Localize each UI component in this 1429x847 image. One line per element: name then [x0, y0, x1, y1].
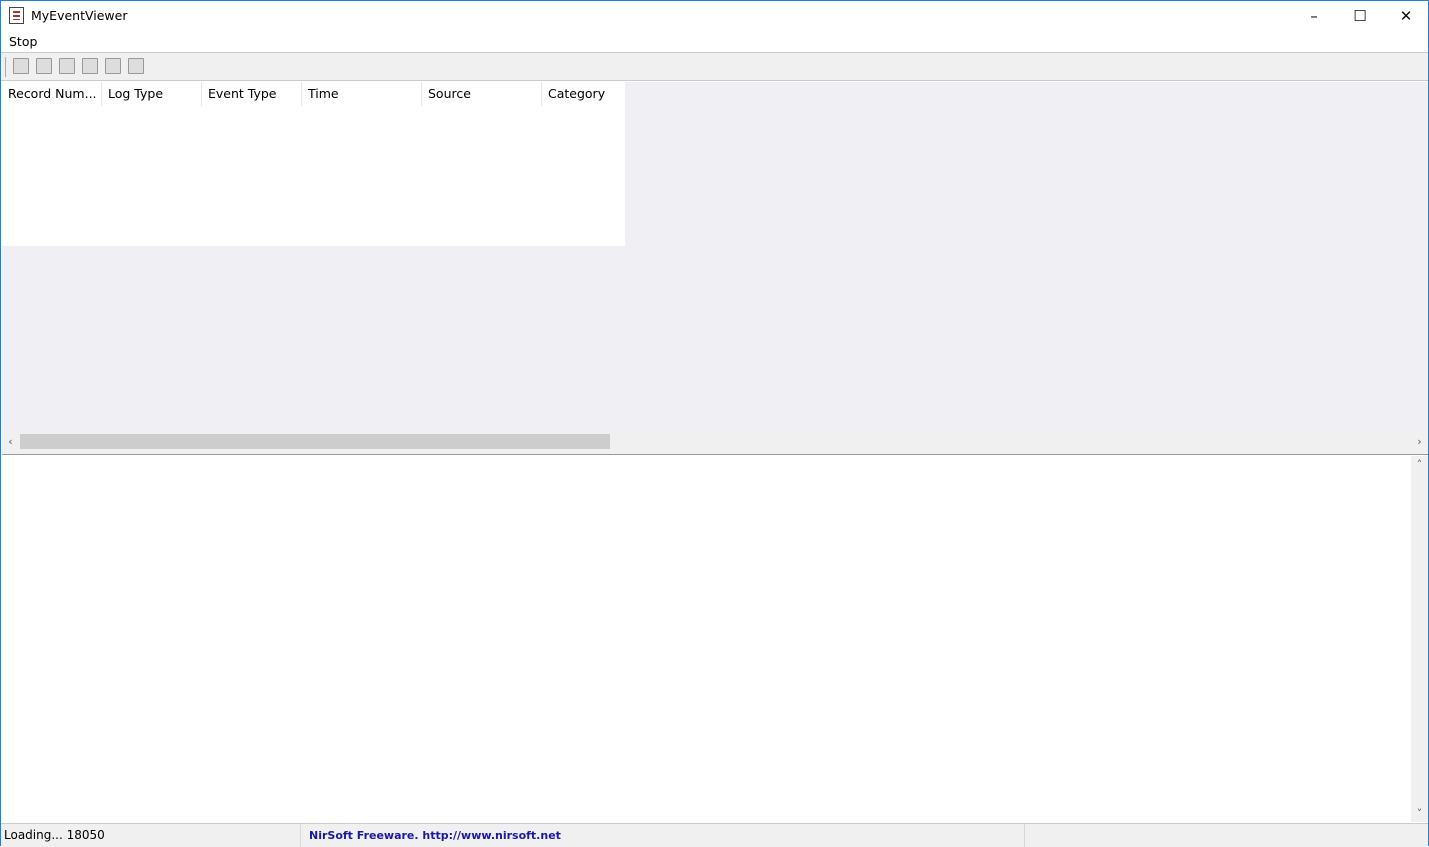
status-bar: Loading... 18050 NirSoft Freeware. http:… — [1, 823, 1428, 847]
refresh-icon[interactable] — [36, 58, 52, 74]
column-time[interactable]: Time — [302, 82, 422, 106]
scroll-thumb[interactable] — [20, 434, 610, 449]
horizontal-scrollbar[interactable]: ‹ › — [2, 433, 1428, 450]
scroll-down-icon[interactable]: ˅ — [1411, 805, 1428, 822]
window-title: MyEventViewer — [31, 8, 128, 23]
event-list[interactable]: Record Num... Log Type Event Type Time S… — [2, 82, 625, 246]
minimize-button[interactable]: – — [1291, 1, 1337, 31]
save-icon[interactable] — [13, 58, 29, 74]
toolbar — [1, 52, 1428, 81]
properties-icon[interactable] — [82, 58, 98, 74]
event-details-pane: ˄ ˅ — [2, 456, 1428, 822]
copy-icon[interactable] — [59, 58, 75, 74]
event-list-pane: Record Num... Log Type Event Type Time S… — [2, 82, 1428, 433]
vertical-scrollbar[interactable]: ˄ ˅ — [1411, 456, 1428, 822]
app-window: MyEventViewer – ☐ ✕ Stop Record Num... L… — [0, 0, 1429, 847]
find-icon[interactable] — [105, 58, 121, 74]
column-category[interactable]: Category — [542, 82, 625, 106]
exit-icon[interactable] — [128, 58, 144, 74]
column-source[interactable]: Source — [422, 82, 542, 106]
scroll-up-icon[interactable]: ˄ — [1411, 456, 1428, 473]
status-loading: Loading... 18050 — [1, 824, 301, 847]
menu-stop[interactable]: Stop — [9, 34, 37, 49]
menu-bar: Stop — [1, 31, 1428, 52]
scroll-left-icon[interactable]: ‹ — [2, 433, 19, 450]
column-event-type[interactable]: Event Type — [202, 82, 302, 106]
pane-splitter[interactable] — [2, 450, 1428, 455]
app-icon — [9, 7, 24, 24]
title-bar: MyEventViewer – ☐ ✕ — [1, 1, 1428, 31]
scroll-right-icon[interactable]: › — [1411, 433, 1428, 450]
nirsoft-link[interactable]: NirSoft Freeware. http://www.nirsoft.net — [301, 824, 1025, 847]
column-log-type[interactable]: Log Type — [102, 82, 202, 106]
close-button[interactable]: ✕ — [1383, 1, 1429, 31]
maximize-button[interactable]: ☐ — [1337, 1, 1383, 31]
status-empty — [1025, 824, 1429, 847]
toolbar-grip — [5, 57, 7, 77]
column-record-number[interactable]: Record Num... — [2, 82, 102, 106]
